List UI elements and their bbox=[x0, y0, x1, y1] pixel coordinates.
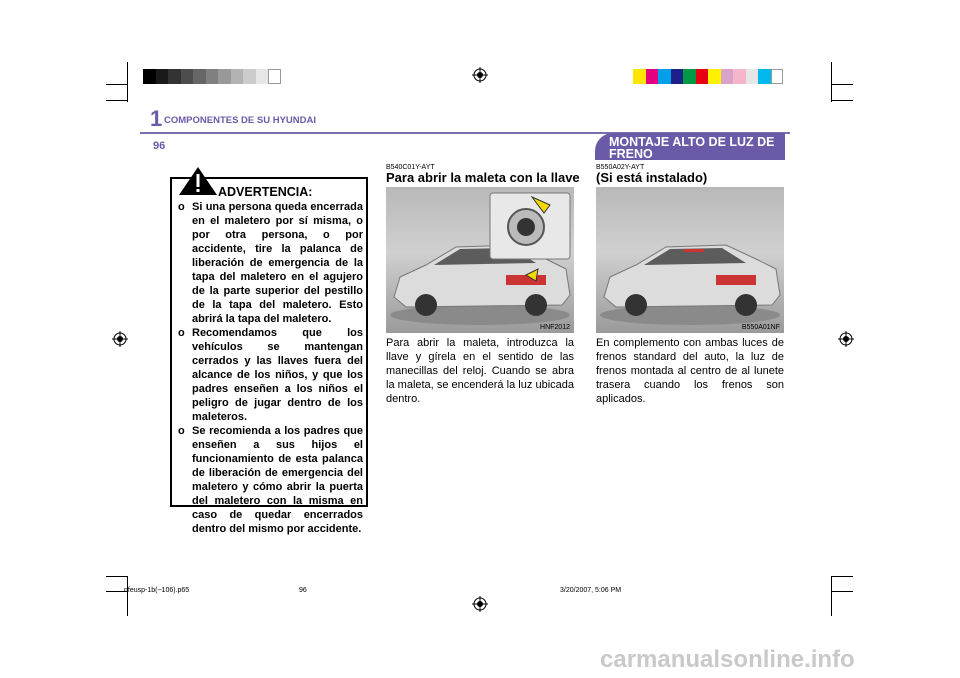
color-swatch bbox=[745, 69, 758, 84]
color-swatch bbox=[708, 69, 721, 84]
crop-mark bbox=[127, 62, 128, 102]
footer-timestamp: 3/20/2007, 5:06 PM bbox=[560, 587, 622, 594]
color-swatch bbox=[155, 69, 168, 84]
chapter-title: COMPONENTES DE SU HYUNDAI bbox=[164, 115, 317, 126]
bullet: o bbox=[178, 201, 185, 213]
crop-mark bbox=[831, 62, 832, 102]
crop-mark bbox=[127, 576, 128, 616]
car-illustration bbox=[600, 244, 781, 325]
crop-mark bbox=[106, 100, 128, 101]
registration-target-icon bbox=[112, 331, 128, 347]
color-swatch bbox=[683, 69, 696, 84]
warning-item: o Si una persona queda encerrada en el m… bbox=[178, 200, 363, 326]
crop-mark bbox=[831, 84, 853, 85]
color-swatch bbox=[758, 69, 771, 84]
color-swatch bbox=[143, 69, 156, 84]
warning-item: o Recomendamos que los vehículos se mant… bbox=[178, 326, 363, 424]
section-heading: (Si está instalado) bbox=[596, 170, 708, 185]
section-title: MONTAJE ALTO DE LUZ DE FRENO bbox=[595, 133, 785, 160]
color-swatch bbox=[255, 69, 268, 84]
color-swatch bbox=[770, 69, 783, 84]
image-code: B550A01NF bbox=[741, 324, 780, 331]
watermark: carmanualsonline.info bbox=[600, 646, 855, 673]
car-illustration bbox=[390, 192, 571, 325]
exclamation-icon bbox=[179, 167, 217, 195]
color-swatch bbox=[193, 69, 206, 84]
color-swatch bbox=[168, 69, 181, 84]
color-swatch bbox=[645, 69, 658, 84]
crop-mark bbox=[831, 100, 853, 101]
car-trunk-key-image: HNF2012 bbox=[386, 187, 574, 333]
color-swatch bbox=[720, 69, 733, 84]
color-swatch bbox=[243, 69, 256, 84]
warning-item: o Se recomienda a los padres que enseñen… bbox=[178, 424, 363, 536]
section-heading: Para abrir la maleta con la llave bbox=[386, 170, 580, 185]
registration-target-icon bbox=[472, 596, 488, 612]
color-swatch bbox=[218, 69, 231, 84]
crop-mark bbox=[831, 576, 832, 616]
footer-file: nfeusp-1b(~106).p65 bbox=[124, 587, 190, 594]
chapter-number: 1 bbox=[150, 106, 163, 131]
color-swatch bbox=[180, 69, 193, 84]
crop-mark bbox=[831, 576, 853, 577]
crop-mark bbox=[106, 84, 128, 85]
warning-list: o Si una persona queda encerrada en el m… bbox=[178, 200, 363, 536]
warning-item-text: Si una persona queda encerrada en el mal… bbox=[192, 201, 363, 325]
gray-calibration-bar bbox=[143, 69, 281, 84]
warning-title: ADVERTENCIA: bbox=[218, 185, 313, 199]
color-swatch bbox=[230, 69, 243, 84]
section-body: Para abrir la maleta, introduzca la llav… bbox=[386, 337, 574, 405]
color-swatch bbox=[633, 69, 646, 84]
color-swatch bbox=[205, 69, 218, 84]
image-code: HNF2012 bbox=[540, 324, 570, 331]
section-body: En complemento con ambas luces de frenos… bbox=[596, 337, 784, 405]
color-calibration-bar bbox=[633, 69, 783, 84]
page-number: 96 bbox=[145, 138, 183, 155]
footer-page: 96 bbox=[299, 587, 307, 594]
bullet: o bbox=[178, 425, 185, 437]
color-swatch bbox=[658, 69, 671, 84]
color-swatch bbox=[670, 69, 683, 84]
registration-target-icon bbox=[838, 331, 854, 347]
registration-target-icon bbox=[472, 67, 488, 83]
color-swatch bbox=[268, 69, 281, 84]
bullet: o bbox=[178, 327, 185, 339]
crop-mark bbox=[831, 591, 853, 592]
crop-mark bbox=[106, 576, 128, 577]
warning-item-text: Se recomienda a los padres que enseñen a… bbox=[192, 425, 363, 535]
brake-light-image: B550A01NF bbox=[596, 187, 784, 333]
color-swatch bbox=[733, 69, 746, 84]
warning-item-text: Recomendamos que los vehículos se manten… bbox=[192, 327, 363, 423]
color-swatch bbox=[695, 69, 708, 84]
